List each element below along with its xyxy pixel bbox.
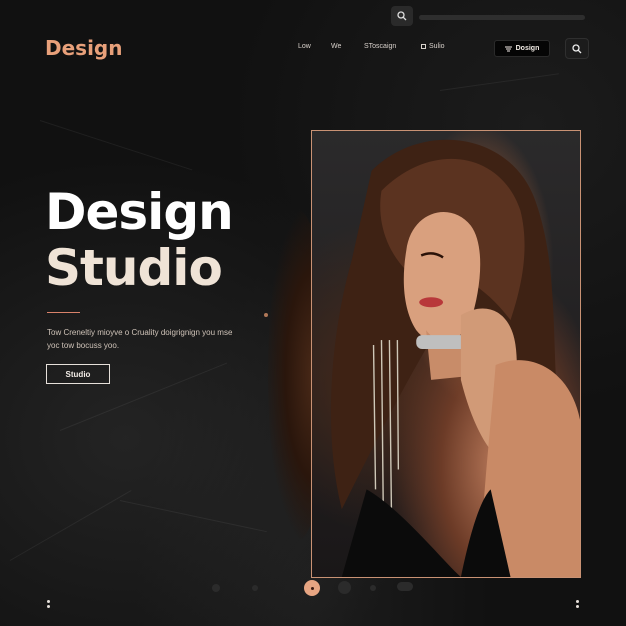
pager-dot-active[interactable] [304, 580, 320, 596]
top-search-input[interactable] [419, 15, 585, 20]
design-cta-label: Dosign [515, 45, 540, 52]
decorative-dot [264, 313, 268, 317]
design-cta-button[interactable]: Dosign [494, 40, 550, 57]
pager-dot-active-center [310, 586, 314, 590]
header-search-button[interactable] [565, 38, 589, 59]
hero-title: Design Studio [45, 183, 234, 297]
search-icon [397, 11, 407, 21]
logo[interactable]: Design [45, 36, 122, 60]
hero-divider [47, 312, 80, 313]
pager-dot[interactable] [370, 585, 376, 591]
pager-dot[interactable] [212, 584, 220, 592]
nav-link-design[interactable]: SToscaign [364, 43, 396, 50]
left-more-icon[interactable] [47, 600, 50, 608]
nav-link-we[interactable]: We [331, 43, 341, 50]
pager-dot[interactable] [397, 582, 413, 591]
nav-link-studio-label: Sulio [429, 43, 445, 50]
hero-photo [311, 130, 581, 578]
square-icon [421, 44, 426, 49]
pager-dot[interactable] [252, 585, 258, 591]
studio-button[interactable]: Studio [46, 364, 110, 384]
nav-link-studio[interactable]: Sulio [421, 43, 445, 50]
search-icon [572, 43, 582, 53]
top-search-button[interactable] [391, 6, 413, 26]
pager-dot[interactable] [338, 581, 351, 594]
hero-title-line2: Studio [45, 239, 223, 297]
menu-lines-icon [504, 46, 512, 51]
nav-link-low[interactable]: Low [298, 43, 311, 50]
right-more-icon[interactable] [576, 600, 579, 608]
hero-description: Tow Creneltiy mioyve o Cruality doigrign… [47, 328, 233, 350]
hero-title-line1: Design [45, 183, 234, 241]
portrait-illustration [330, 139, 580, 577]
